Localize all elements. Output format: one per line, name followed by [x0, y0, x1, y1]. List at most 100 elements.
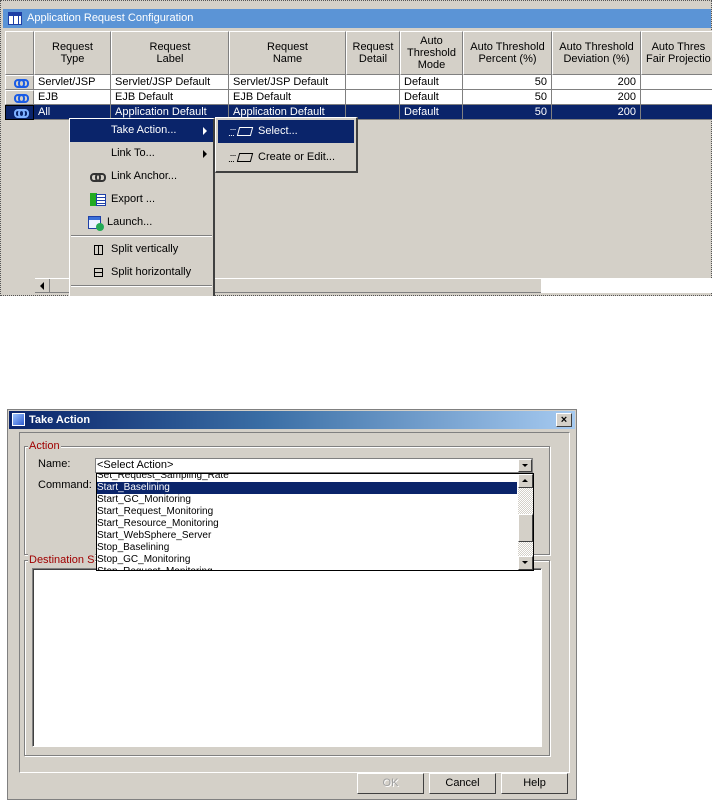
- cell-threshold-mode: Default: [400, 105, 463, 120]
- cell-threshold-percent: 50: [463, 105, 552, 120]
- combobox-value: <Select Action>: [97, 459, 174, 471]
- menu-item-label: Export ...: [111, 193, 156, 205]
- dropdown-option[interactable]: Stop_GC_Monitoring: [97, 554, 517, 566]
- help-button[interactable]: Help: [501, 773, 568, 794]
- request-table: Request Type Request Label Request Name …: [5, 31, 712, 120]
- row-link-button[interactable]: [5, 105, 34, 120]
- row-link-header: [5, 31, 34, 75]
- column-header-request-name[interactable]: Request Name: [229, 31, 346, 75]
- action-select-icon: [236, 127, 254, 136]
- menu-item-split-horizontally[interactable]: Split horizontally: [70, 261, 213, 284]
- cell-threshold-mode: Default: [400, 90, 463, 105]
- take-action-dialog: Take Action × Action Name: Command: <Sel…: [7, 409, 577, 800]
- cell-fair-projection: [641, 90, 712, 105]
- export-icon: [90, 193, 106, 206]
- dropdown-option[interactable]: Stop_Request_Monitoring: [97, 566, 517, 570]
- split-horizontal-icon: [94, 268, 103, 277]
- cell-fair-projection: [641, 75, 712, 90]
- cell-request-detail: [346, 75, 400, 90]
- cell-request-name: EJB Default: [229, 90, 346, 105]
- menu-item-label: Split vertically: [111, 243, 179, 255]
- cell-threshold-percent: 50: [463, 75, 552, 90]
- menu-item-link-anchor[interactable]: Link Anchor...: [70, 165, 213, 188]
- table-header: Request Type Request Label Request Name …: [5, 31, 712, 75]
- dropdown-option[interactable]: Start_WebSphere_Server: [97, 530, 517, 542]
- link-icon: [14, 94, 29, 103]
- menu-item-export[interactable]: Export ...: [70, 188, 213, 211]
- submenu-arrow-icon: [203, 150, 207, 158]
- cell-threshold-deviation: 200: [552, 105, 641, 120]
- split-vertical-icon: [94, 245, 103, 255]
- destination-list[interactable]: [32, 568, 542, 747]
- link-icon: [14, 109, 29, 118]
- table-icon: [8, 12, 22, 25]
- name-label: Name:: [38, 458, 71, 470]
- column-header-request-label[interactable]: Request Label: [111, 31, 229, 75]
- column-header-threshold-mode[interactable]: Auto Threshold Mode: [400, 31, 463, 75]
- menu-item-label: Take Action...: [111, 124, 177, 136]
- menu-item-take-action[interactable]: Take Action...: [70, 119, 213, 142]
- destination-group-label: Destination S: [28, 553, 96, 567]
- action-dropdown-list[interactable]: Set_Request_Sampling_Rate Start_Baselini…: [96, 473, 534, 571]
- dropdown-option[interactable]: Stop_Baselining: [97, 542, 517, 554]
- cell-request-type: EJB: [34, 90, 111, 105]
- panel-title: Application Request Configuration: [27, 12, 194, 24]
- menu-item-label: Link Anchor...: [111, 170, 178, 182]
- dropdown-option[interactable]: Set_Request_Sampling_Rate: [97, 474, 517, 482]
- table-row[interactable]: Servlet/JSP Servlet/JSP Default Servlet/…: [5, 75, 712, 90]
- app-icon: [12, 413, 25, 426]
- link-icon: [14, 79, 29, 88]
- column-header-request-detail[interactable]: Request Detail: [346, 31, 400, 75]
- menu-separator: [71, 235, 212, 237]
- scroll-thumb[interactable]: [518, 514, 533, 542]
- cell-threshold-deviation: 200: [552, 75, 641, 90]
- scroll-corner: [541, 278, 712, 293]
- dropdown-option[interactable]: Start_Request_Monitoring: [97, 506, 517, 518]
- dialog-title-bar[interactable]: Take Action ×: [9, 411, 575, 429]
- menu-item-launch[interactable]: Launch...: [70, 211, 213, 234]
- dropdown-option-selected[interactable]: Start_Baselining: [97, 482, 517, 494]
- scroll-up-button[interactable]: [518, 474, 533, 488]
- action-edit-icon: [236, 153, 254, 162]
- cell-fair-projection: [641, 105, 712, 120]
- scroll-left-button[interactable]: [35, 279, 50, 293]
- dropdown-option[interactable]: Start_GC_Monitoring: [97, 494, 517, 506]
- command-label: Command:: [38, 479, 92, 491]
- table-row[interactable]: EJB EJB Default EJB Default Default 50 2…: [5, 90, 712, 105]
- submenu-item-select[interactable]: Select...: [218, 120, 354, 143]
- action-name-combobox[interactable]: <Select Action>: [95, 458, 533, 473]
- menu-item-split-vertically[interactable]: Split vertically: [70, 238, 213, 261]
- submenu-arrow-icon: [203, 127, 207, 135]
- submenu-item-label: Create or Edit...: [258, 151, 336, 163]
- dropdown-scrollbar[interactable]: [518, 474, 533, 570]
- scroll-down-button[interactable]: [518, 556, 533, 570]
- take-action-submenu: Select... Create or Edit...: [215, 117, 358, 173]
- menu-separator: [71, 285, 212, 287]
- submenu-item-label: Select...: [258, 125, 298, 137]
- column-header-threshold-percent[interactable]: Auto Threshold Percent (%): [463, 31, 552, 75]
- row-link-button[interactable]: [5, 75, 34, 90]
- launch-icon: [88, 216, 104, 231]
- cell-threshold-percent: 50: [463, 90, 552, 105]
- dialog-title: Take Action: [29, 414, 91, 426]
- panel-title-bar: Application Request Configuration: [3, 9, 711, 28]
- dropdown-option[interactable]: Start_Resource_Monitoring: [97, 518, 517, 530]
- link-icon: [90, 170, 106, 183]
- column-header-fair-projection[interactable]: Auto Thres Fair Projectio: [641, 31, 712, 75]
- chevron-down-icon[interactable]: [518, 459, 532, 472]
- row-link-button[interactable]: [5, 90, 34, 105]
- close-button[interactable]: ×: [556, 413, 572, 427]
- cell-request-label: Servlet/JSP Default: [111, 75, 229, 90]
- column-header-request-type[interactable]: Request Type: [34, 31, 111, 75]
- column-header-threshold-deviation[interactable]: Auto Threshold Deviation (%): [552, 31, 641, 75]
- context-menu: Take Action... Link To... Link Anchor...…: [69, 118, 215, 296]
- ok-button[interactable]: OK: [357, 773, 424, 794]
- cell-request-name: Servlet/JSP Default: [229, 75, 346, 90]
- action-group-label: Action: [28, 439, 61, 453]
- menu-item-label: Launch...: [107, 216, 153, 228]
- menu-item-label: Split horizontally: [111, 266, 192, 278]
- menu-item-link-to[interactable]: Link To...: [70, 142, 213, 165]
- cancel-button[interactable]: Cancel: [429, 773, 496, 794]
- submenu-item-create-or-edit[interactable]: Create or Edit...: [218, 146, 354, 169]
- cell-request-type: Servlet/JSP: [34, 75, 111, 90]
